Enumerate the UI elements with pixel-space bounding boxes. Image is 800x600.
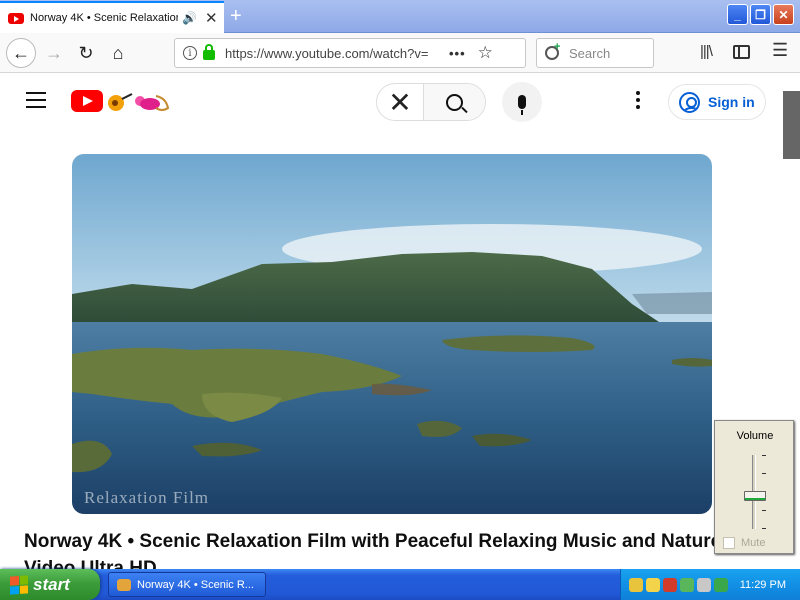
lock-icon <box>203 44 215 60</box>
tab-title: Norway 4K • Scenic Relaxation Film with … <box>30 12 178 24</box>
system-tray: 11:29 PM <box>620 569 800 600</box>
search-bar[interactable]: Search <box>536 38 654 68</box>
video-watermark: Relaxation Film <box>84 488 210 507</box>
volume-label: Volume <box>736 430 774 442</box>
volume-tick <box>762 455 766 456</box>
tray-speaker-icon[interactable] <box>697 577 711 592</box>
sign-in-label: Sign in <box>708 94 755 110</box>
reload-button[interactable]: ↻ <box>72 39 100 67</box>
volume-slider-thumb[interactable] <box>744 490 766 501</box>
taskbar-clock: 11:29 PM <box>739 578 786 591</box>
hamburger-menu-icon[interactable]: ☰ <box>772 40 788 61</box>
mute-label: Mute <box>741 537 766 549</box>
firefox-icon <box>117 578 131 591</box>
window-controls: _ ❐ ✕ <box>727 4 794 25</box>
clear-search-icon[interactable]: ✕ <box>377 84 423 120</box>
video-player[interactable]: Relaxation Film <box>72 154 712 514</box>
youtube-search-button[interactable] <box>423 84 485 120</box>
address-bar[interactable]: i https://www.youtube.com/watch?v= ••• ☆ <box>174 38 526 68</box>
settings-more-icon[interactable] <box>636 91 640 109</box>
page-actions-more-icon[interactable]: ••• <box>449 46 466 61</box>
tray-network-icon[interactable] <box>629 577 643 592</box>
tray-update-icon[interactable] <box>714 577 728 592</box>
mute-checkbox[interactable] <box>723 537 735 549</box>
volume-tick <box>762 528 766 529</box>
minimize-button[interactable]: _ <box>727 4 748 25</box>
voice-search-button[interactable] <box>502 82 542 122</box>
url-text[interactable]: https://www.youtube.com/watch?v= <box>225 46 441 61</box>
sign-in-button[interactable]: Sign in <box>668 84 766 120</box>
youtube-logo-icon[interactable] <box>71 90 103 112</box>
search-engine-icon[interactable] <box>545 41 560 60</box>
tab-youtube-video[interactable]: Norway 4K • Scenic Relaxation Film with … <box>0 1 224 33</box>
search-icon <box>446 93 463 111</box>
video-title: Norway 4K • Scenic Relaxation Film with … <box>24 531 722 569</box>
tray-connection-icon[interactable] <box>680 577 694 592</box>
close-tab-icon[interactable]: ✕ <box>205 9 218 27</box>
page-scrollbar-thumb[interactable] <box>783 91 800 159</box>
navigation-toolbar: ← → ↻ ⌂ i https://www.youtube.com/watch?… <box>0 33 800 73</box>
new-tab-button[interactable]: + <box>230 5 242 28</box>
search-placeholder: Search <box>569 45 611 61</box>
tray-shield-icon[interactable] <box>646 577 660 592</box>
restore-button[interactable]: ❐ <box>750 4 771 25</box>
windows-taskbar: start Norway 4K • Scenic R... 11:29 PM <box>0 569 800 600</box>
mute-checkbox-row[interactable]: Mute <box>723 537 765 549</box>
home-button[interactable]: ⌂ <box>104 39 132 67</box>
volume-control-popup: Volume Mute <box>714 420 794 554</box>
start-label: start <box>33 574 70 594</box>
tray-alert-icon[interactable] <box>663 577 677 592</box>
windows-logo-icon <box>10 574 28 595</box>
bookmark-star-icon[interactable]: ☆ <box>478 43 493 63</box>
microphone-icon <box>518 95 526 115</box>
start-button[interactable]: start <box>0 569 100 600</box>
taskbar-window-button[interactable]: Norway 4K • Scenic R... <box>108 572 266 597</box>
site-info-icon[interactable]: i <box>183 46 197 60</box>
youtube-search-box[interactable]: ✕ <box>376 83 486 121</box>
guide-menu-icon[interactable] <box>26 92 46 108</box>
youtube-doodle-icon[interactable] <box>104 88 174 114</box>
video-frame-landscape <box>72 154 712 514</box>
volume-tick <box>762 510 766 511</box>
youtube-favicon-icon <box>8 12 24 24</box>
tab-strip: Norway 4K • Scenic Relaxation Film with … <box>0 0 800 33</box>
back-button[interactable]: ← <box>6 38 36 68</box>
forward-button[interactable]: → <box>40 39 68 67</box>
taskbar-window-label: Norway 4K • Scenic R... <box>137 578 254 591</box>
speaker-icon[interactable]: 🔊 <box>182 11 197 25</box>
library-icon[interactable]: |||\ <box>700 43 713 60</box>
youtube-page: ✕ Sign in Relaxation Film Norway 4K • Sc… <box>0 73 800 569</box>
close-window-button[interactable]: ✕ <box>773 4 794 25</box>
volume-tick <box>762 473 766 474</box>
sidebar-toggle-icon[interactable] <box>733 45 750 59</box>
user-icon <box>679 91 700 113</box>
